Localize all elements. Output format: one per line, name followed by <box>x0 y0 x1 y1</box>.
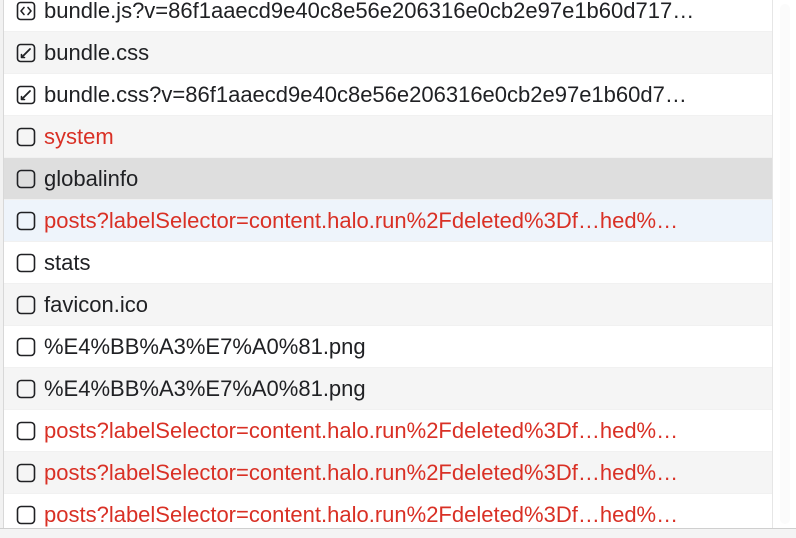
request-name: posts?labelSelector=content.halo.run%2Fd… <box>44 459 679 485</box>
request-name: posts?labelSelector=content.halo.run%2Fd… <box>44 417 679 443</box>
request-name: bundle.js?v=86f1aaecd9e40c8e56e206316e0c… <box>44 0 695 23</box>
request-row-11[interactable]: posts?labelSelector=content.halo.run%2Fd… <box>4 452 772 494</box>
horizontal-scrollbar[interactable] <box>0 528 796 538</box>
request-list: bundle.js?v=86f1aaecd9e40c8e56e206316e0c… <box>4 0 772 536</box>
document-icon <box>16 421 36 441</box>
request-name: posts?labelSelector=content.halo.run%2Fd… <box>44 207 679 233</box>
network-request-list-panel: bundle.js?v=86f1aaecd9e40c8e56e206316e0c… <box>0 0 796 538</box>
request-name: %E4%BB%A3%E7%A0%81.png <box>44 333 366 359</box>
request-row-9[interactable]: %E4%BB%A3%E7%A0%81.png <box>4 368 772 410</box>
document-icon <box>16 295 36 315</box>
request-row-0[interactable]: bundle.js?v=86f1aaecd9e40c8e56e206316e0c… <box>4 0 772 32</box>
stylesheet-icon <box>16 43 36 63</box>
request-name: system <box>44 123 114 149</box>
request-row-4[interactable]: globalinfo <box>4 158 772 200</box>
request-name: globalinfo <box>44 165 139 191</box>
request-row-10[interactable]: posts?labelSelector=content.halo.run%2Fd… <box>4 410 772 452</box>
request-row-7[interactable]: favicon.ico <box>4 284 772 326</box>
document-icon <box>16 127 36 147</box>
request-row-8[interactable]: %E4%BB%A3%E7%A0%81.png <box>4 326 772 368</box>
request-name: stats <box>44 249 91 275</box>
request-row-2[interactable]: bundle.css?v=86f1aaecd9e40c8e56e206316e0… <box>4 74 772 116</box>
vertical-scrollbar[interactable] <box>772 0 796 528</box>
script-icon <box>16 1 36 21</box>
vertical-scrollbar-thumb[interactable] <box>780 4 790 524</box>
request-name: %E4%BB%A3%E7%A0%81.png <box>44 375 366 401</box>
request-name: bundle.css <box>44 39 150 65</box>
document-icon <box>16 169 36 189</box>
request-row-1[interactable]: bundle.css <box>4 32 772 74</box>
document-icon <box>16 379 36 399</box>
request-name: favicon.ico <box>44 291 148 317</box>
document-icon <box>16 505 36 525</box>
document-icon <box>16 337 36 357</box>
document-icon <box>16 253 36 273</box>
request-name: bundle.css?v=86f1aaecd9e40c8e56e206316e0… <box>44 81 687 107</box>
request-name: posts?labelSelector=content.halo.run%2Fd… <box>44 501 679 527</box>
request-row-6[interactable]: stats <box>4 242 772 284</box>
stylesheet-icon <box>16 85 36 105</box>
request-row-5[interactable]: posts?labelSelector=content.halo.run%2Fd… <box>4 200 772 242</box>
document-icon <box>16 463 36 483</box>
document-icon <box>16 211 36 231</box>
request-row-3[interactable]: system <box>4 116 772 158</box>
